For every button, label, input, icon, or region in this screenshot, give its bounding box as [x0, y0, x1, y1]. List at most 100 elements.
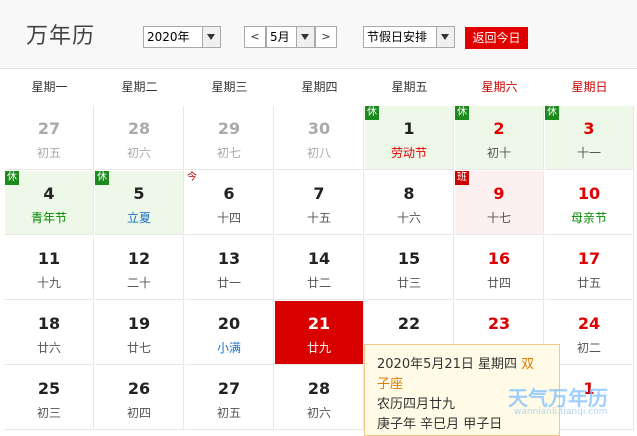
calendar-day-cell[interactable]: 7 十五 [275, 171, 364, 235]
rest-day-badge: 休 [95, 171, 109, 185]
holiday-select-value: 节假日安排 [367, 30, 428, 44]
calendar-day-cell[interactable]: 28 初六 [275, 366, 364, 430]
lunar-date: 廿三 [396, 276, 421, 290]
calendar-day-cell[interactable]: 27 初五 [5, 106, 94, 170]
day-number: 21 [307, 314, 331, 333]
day-number: 13 [217, 249, 241, 268]
lunar-date: 十六 [396, 211, 421, 225]
lunar-date: 初五 [216, 406, 241, 420]
day-number: 19 [127, 314, 151, 333]
lunar-date: 初七 [216, 146, 241, 160]
weekday-label: 星期四 [301, 80, 338, 94]
calendar-header: 万年历 2020年 < 5月 > 节假日安排 返回今日 [0, 0, 637, 69]
calendar-day-cell[interactable]: 12 二十 [95, 236, 184, 300]
calendar-day-cell[interactable]: 28 初六 [95, 106, 184, 170]
chevron-down-icon[interactable] [296, 27, 314, 47]
calendar-day-cell[interactable]: 21 廿九 [275, 301, 364, 365]
return-today-button[interactable]: 返回今日 [465, 27, 528, 49]
lunar-date: 母亲节 [570, 211, 607, 225]
lunar-date: 十一 [576, 146, 601, 160]
calendar-day-cell[interactable]: 18 廿六 [5, 301, 94, 365]
day-number: 24 [577, 314, 601, 333]
rest-day-badge: 休 [455, 106, 469, 120]
day-number: 18 [37, 314, 61, 333]
lunar-date: 十七 [486, 211, 511, 225]
calendar-day-cell[interactable]: 27 初五 [185, 366, 274, 430]
next-month-button[interactable]: > [315, 26, 337, 48]
calendar-day-cell[interactable]: 20 小满 [185, 301, 274, 365]
today-badge: 今 [187, 172, 197, 183]
day-number: 26 [127, 379, 151, 398]
day-number: 29 [217, 119, 241, 138]
calendar-day-cell[interactable]: 16 廿四 [455, 236, 544, 300]
calendar-day-cell[interactable]: 休 1 劳动节 [365, 106, 454, 170]
day-number: 10 [577, 184, 601, 203]
day-number: 28 [307, 379, 331, 398]
day-number: 12 [127, 249, 151, 268]
month-select[interactable]: 5月 [266, 26, 315, 48]
calendar-day-cell[interactable]: 15 廿三 [365, 236, 454, 300]
day-number: 9 [493, 184, 505, 203]
calendar-day-cell[interactable]: 30 初八 [275, 106, 364, 170]
weekday-label: 星期一 [31, 80, 68, 94]
lunar-date: 十四 [216, 211, 241, 225]
rest-day-badge: 休 [365, 106, 379, 120]
holiday-select[interactable]: 节假日安排 [363, 26, 455, 48]
page-title: 万年历 [26, 24, 96, 49]
lunar-date: 初六 [126, 146, 151, 160]
calendar-day-cell[interactable]: 11 十九 [5, 236, 94, 300]
year-select[interactable]: 2020年 [143, 26, 221, 48]
day-number: 6 [223, 184, 235, 203]
watermark-url: wannianli.tianqi.com [514, 407, 608, 417]
weekday-label: 星期二 [121, 80, 158, 94]
popup-ganzhi: 庚子年 辛巳月 甲子日 [377, 417, 503, 432]
lunar-date: 初六 [306, 406, 331, 420]
lunar-date: 初十 [486, 146, 511, 160]
calendar-day-cell[interactable]: 17 廿五 [545, 236, 634, 300]
lunar-date: 立夏 [126, 211, 151, 225]
day-number: 25 [37, 379, 61, 398]
day-number: 30 [307, 119, 331, 138]
lunar-date: 初五 [36, 146, 61, 160]
calendar-day-cell[interactable]: 休 2 初十 [455, 106, 544, 170]
prev-month-button[interactable]: < [244, 26, 266, 48]
lunar-date: 二十 [126, 276, 151, 290]
calendar-day-cell[interactable]: 休 4 青年节 [5, 171, 94, 235]
calendar-day-cell[interactable]: 休 5 立夏 [95, 171, 184, 235]
day-number: 1 [403, 119, 415, 138]
lunar-date: 廿一 [216, 276, 241, 290]
day-number: 22 [397, 314, 421, 333]
lunar-date: 劳动节 [390, 146, 427, 160]
calendar-day-cell[interactable]: 29 初七 [185, 106, 274, 170]
calendar-day-cell[interactable]: 25 初三 [5, 366, 94, 430]
calendar-day-cell[interactable]: 班 9 十七 [455, 171, 544, 235]
work-day-badge: 班 [455, 171, 469, 185]
calendar-day-cell[interactable]: 14 廿二 [275, 236, 364, 300]
calendar-day-cell[interactable]: 8 十六 [365, 171, 454, 235]
lunar-date: 廿六 [36, 341, 61, 355]
day-number: 15 [397, 249, 421, 268]
rest-day-badge: 休 [545, 106, 559, 120]
calendar-day-cell[interactable]: 19 廿七 [95, 301, 184, 365]
lunar-date: 廿二 [306, 276, 331, 290]
weekday-header-row: 星期一 星期二 星期三 星期四 星期五 星期六 星期日 [5, 69, 637, 106]
calendar-day-cell[interactable]: 26 初四 [95, 366, 184, 430]
day-number: 7 [313, 184, 325, 203]
calendar-day-cell[interactable]: 休 3 十一 [545, 106, 634, 170]
weekday-label: 星期五 [391, 80, 428, 94]
calendar-day-cell[interactable]: 10 母亲节 [545, 171, 634, 235]
lunar-date: 廿七 [126, 341, 151, 355]
lunar-date: 初四 [126, 406, 151, 420]
day-number: 27 [217, 379, 241, 398]
calendar-day-cell[interactable]: 今 6 十四 [185, 171, 274, 235]
rest-day-badge: 休 [5, 171, 19, 185]
day-number: 8 [403, 184, 415, 203]
day-number: 5 [133, 184, 145, 203]
lunar-date: 廿五 [576, 276, 601, 290]
chevron-down-icon[interactable] [202, 27, 220, 47]
popup-date: 2020年5月21日 星期四 [377, 357, 518, 372]
weekday-label: 星期六 [481, 80, 518, 94]
calendar-day-cell[interactable]: 13 廿一 [185, 236, 274, 300]
year-select-value: 2020年 [147, 30, 190, 44]
chevron-down-icon[interactable] [436, 27, 454, 47]
